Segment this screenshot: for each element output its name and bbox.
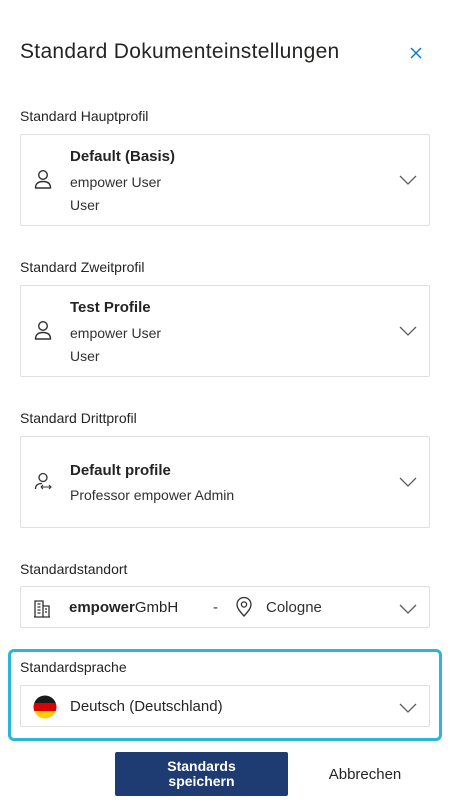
person-icon [34, 320, 52, 340]
building-icon [34, 600, 50, 618]
location-company-name: empower [69, 599, 135, 616]
germany-flag-icon [33, 695, 57, 719]
primary-profile-name: Default (Basis) [70, 148, 176, 165]
secondary-profile-role: User [70, 348, 100, 364]
chevron-down-icon [399, 604, 417, 614]
language-label: Standardsprache [20, 659, 127, 675]
panel-title: Standard Dokumenteinstellungen [20, 40, 340, 63]
tertiary-profile-dropdown[interactable]: Default profile Professor empower Admin [20, 436, 430, 528]
secondary-profile-name: Test Profile [70, 299, 151, 316]
tertiary-profile-user: Professor empower Admin [70, 487, 235, 503]
chevron-down-icon [399, 477, 417, 487]
cancel-button[interactable]: Abbrechen [305, 756, 425, 792]
chevron-down-icon [399, 703, 417, 713]
location-separator: - [213, 599, 218, 616]
location-city: Cologne [266, 599, 322, 616]
chevron-down-icon [399, 175, 417, 185]
location-company-suffix: GmbH [134, 599, 179, 616]
person-icon [34, 169, 52, 189]
language-value: Deutsch (Deutschland) [70, 698, 223, 715]
close-icon[interactable] [407, 44, 425, 62]
primary-profile-label: Standard Hauptprofil [20, 108, 149, 124]
primary-profile-role: User [70, 197, 100, 213]
location-dropdown[interactable]: empowerGmbH - Cologne [20, 586, 430, 628]
chevron-down-icon [399, 326, 417, 336]
tertiary-profile-label: Standard Drittprofil [20, 410, 137, 426]
person-switch-icon [34, 472, 52, 490]
language-dropdown[interactable]: Deutsch (Deutschland) [20, 685, 430, 727]
primary-profile-user: empower User [70, 174, 162, 190]
secondary-profile-dropdown[interactable]: Test Profile empower User User [20, 285, 430, 377]
save-defaults-button[interactable]: Standards speichern [115, 752, 288, 796]
secondary-profile-label: Standard Zweitprofil [20, 259, 145, 275]
secondary-profile-user: empower User [70, 325, 162, 341]
location-label: Standardstandort [20, 561, 128, 577]
primary-profile-dropdown[interactable]: Default (Basis) empower User User [20, 134, 430, 226]
tertiary-profile-name: Default profile [70, 462, 171, 479]
location-pin-icon [236, 596, 252, 617]
